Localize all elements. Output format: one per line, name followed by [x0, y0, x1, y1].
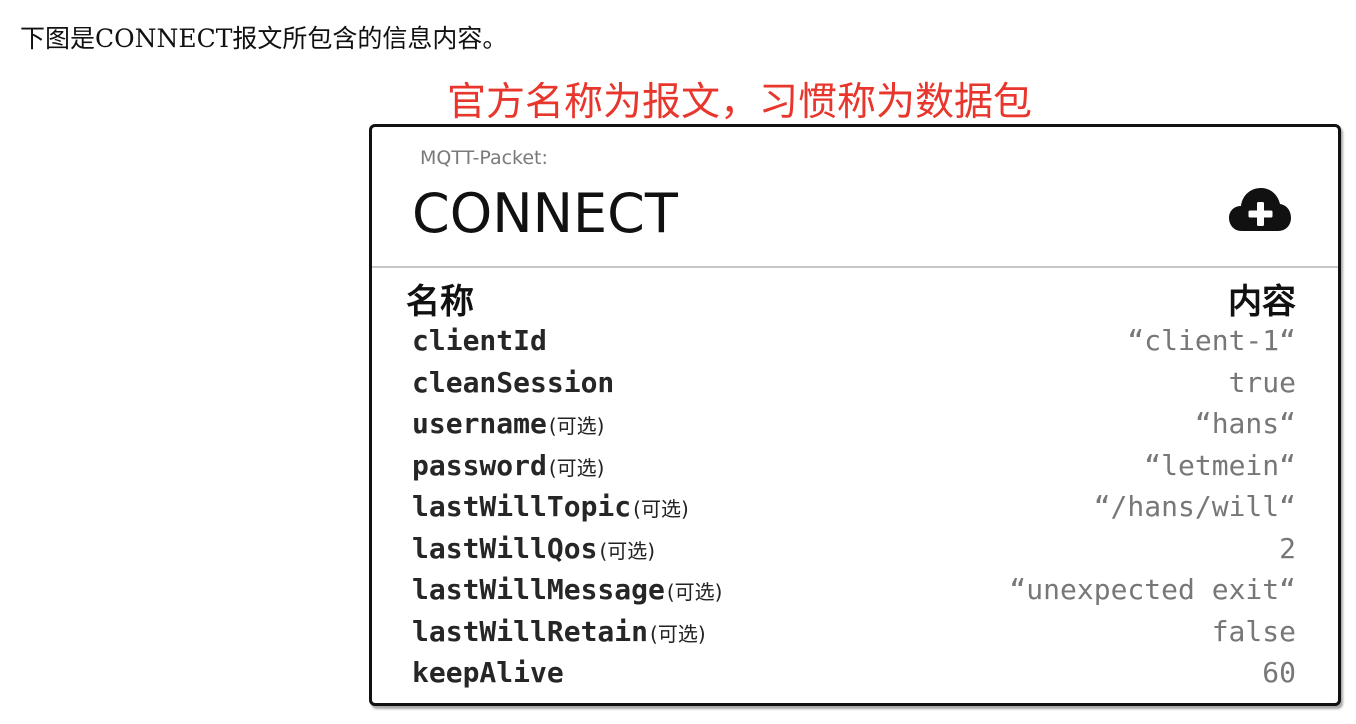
field-value: “hans“: [1194, 407, 1296, 440]
field-name: password (可选): [412, 448, 605, 482]
field-value: 60: [1262, 656, 1296, 689]
intro-text: 下图是CONNECT报文所包含的信息内容。: [20, 24, 508, 53]
field-row-lastwillmessage: lastWillMessage (可选) “unexpected exit“: [412, 569, 1296, 611]
value-column-header: 内容: [1228, 282, 1296, 322]
field-row-lastwillretain: lastWillRetain (可选) false: [412, 611, 1296, 653]
field-optional-tag: (可选): [666, 580, 723, 604]
field-value: “unexpected exit“: [1009, 573, 1296, 606]
field-optional-tag: (可选): [650, 621, 706, 646]
field-name: lastWillMessage (可选): [412, 573, 723, 606]
packet-kicker: MQTT-Packet:: [420, 147, 548, 169]
field-name: cleanSession: [412, 365, 615, 399]
field-value: “client-1“: [1127, 324, 1296, 357]
field-row-lastwilltopic: lastWillTopic (可选) “/hans/will“: [412, 486, 1296, 528]
annotation-label: 官方名称为报文，习惯称为数据包: [447, 80, 1033, 125]
field-value: “letmein“: [1144, 448, 1296, 482]
field-optional-tag: (可选): [599, 538, 656, 563]
field-name: clientId: [412, 324, 547, 357]
table-header: 名称 内容: [406, 282, 1296, 322]
field-list: clientId “client-1“ cleanSession true us…: [412, 320, 1296, 694]
field-value: 2: [1279, 531, 1296, 565]
field-row-password: password (可选) “letmein“: [412, 445, 1296, 487]
field-value: true: [1228, 365, 1296, 399]
field-name: lastWillTopic (可选): [412, 490, 689, 523]
field-optional-tag: (可选): [548, 455, 605, 480]
field-row-cleansession: cleanSession true: [412, 362, 1296, 404]
field-row-lastwillqos: lastWillQos (可选) 2: [412, 528, 1296, 570]
field-row-clientid: clientId “client-1“: [412, 320, 1296, 362]
field-name: lastWillRetain (可选): [412, 614, 706, 648]
field-optional-tag: (可选): [548, 414, 605, 438]
field-optional-tag: (可选): [633, 497, 689, 521]
packet-title: CONNECT: [412, 182, 678, 245]
field-row-username: username (可选) “hans“: [412, 403, 1296, 445]
name-column-header: 名称: [406, 282, 474, 322]
connect-packet-card: MQTT-Packet: CONNECT 名称 内容 clientId “cli…: [369, 124, 1341, 706]
field-name: keepAlive: [412, 656, 564, 689]
card-header: MQTT-Packet: CONNECT: [372, 127, 1338, 268]
cloud-plus-icon: [1229, 188, 1291, 231]
field-name: lastWillQos (可选): [412, 531, 656, 565]
field-row-keepalive: keepAlive 60: [412, 652, 1296, 694]
field-name: username (可选): [412, 407, 605, 440]
field-value: “/hans/will“: [1093, 490, 1296, 523]
field-value: false: [1211, 614, 1296, 648]
